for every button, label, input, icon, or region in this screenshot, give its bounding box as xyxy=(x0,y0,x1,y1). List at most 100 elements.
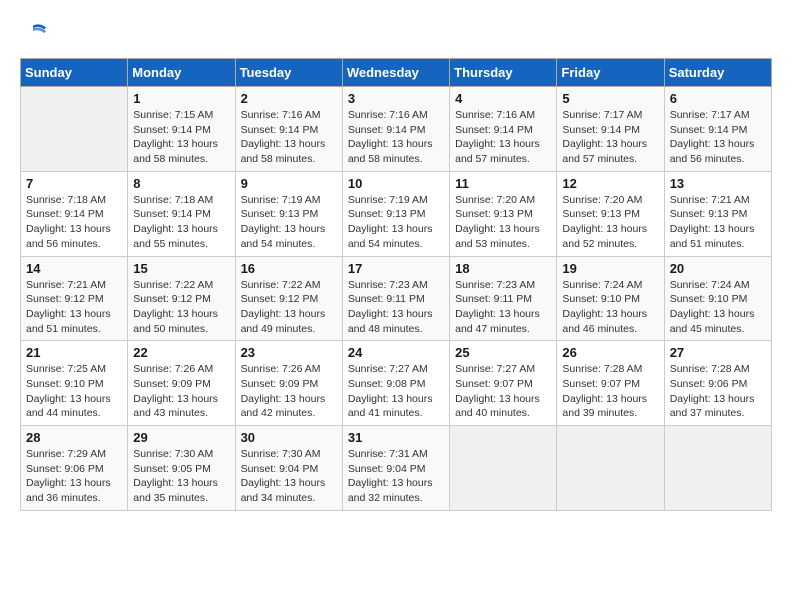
cell-info: Sunrise: 7:31 AMSunset: 9:04 PMDaylight:… xyxy=(348,447,444,506)
calendar-cell: 18 Sunrise: 7:23 AMSunset: 9:11 PMDayligh… xyxy=(450,256,557,341)
cell-info: Sunrise: 7:28 AMSunset: 9:06 PMDaylight:… xyxy=(670,362,766,421)
calendar-cell: 27Sunrise: 7:28 AMSunset: 9:06 PMDayligh… xyxy=(664,341,771,426)
cell-info: Sunrise: 7:24 AMSunset: 9:10 PMDaylight:… xyxy=(562,278,658,337)
day-number: 7 xyxy=(26,176,122,191)
calendar-cell xyxy=(557,426,664,511)
day-number: 21 xyxy=(26,345,122,360)
calendar-cell xyxy=(21,87,128,172)
day-number: 14 xyxy=(26,261,122,276)
day-number: 1 xyxy=(133,91,229,106)
cell-info: Sunrise: 7:22 AMSunset: 9:12 PMDaylight:… xyxy=(133,278,229,337)
day-number: 8 xyxy=(133,176,229,191)
day-number: 10 xyxy=(348,176,444,191)
calendar-cell: 25 Sunrise: 7:27 AMSunset: 9:07 PMDayligh… xyxy=(450,341,557,426)
calendar-cell: 19 Sunrise: 7:24 AMSunset: 9:10 PMDayligh… xyxy=(557,256,664,341)
cell-info: Sunrise: 7:23 AMSunset: 9:11 PMDaylight:… xyxy=(348,278,444,337)
cell-info: Sunrise: 7:21 AMSunset: 9:12 PMDaylight:… xyxy=(26,278,122,337)
day-number: 17 xyxy=(348,261,444,276)
day-number: 23 xyxy=(241,345,337,360)
day-number: 31 xyxy=(348,430,444,445)
week-row-3: 14 Sunrise: 7:21 AMSunset: 9:12 PMDayligh… xyxy=(21,256,772,341)
cell-info: Sunrise: 7:30 AMSunset: 9:04 PMDaylight:… xyxy=(241,447,337,506)
day-number: 2 xyxy=(241,91,337,106)
day-number: 5 xyxy=(562,91,658,106)
day-number: 25 xyxy=(455,345,551,360)
cell-info: Sunrise: 7:22 AMSunset: 9:12 PMDaylight:… xyxy=(241,278,337,337)
cell-info: Sunrise: 7:25 AMSunset: 9:10 PMDaylight:… xyxy=(26,362,122,421)
calendar-cell: 4Sunrise: 7:16 AMSunset: 9:14 PMDaylight… xyxy=(450,87,557,172)
day-number: 4 xyxy=(455,91,551,106)
calendar-cell: 16 Sunrise: 7:22 AMSunset: 9:12 PMDayligh… xyxy=(235,256,342,341)
cell-info: Sunrise: 7:29 AMSunset: 9:06 PMDaylight:… xyxy=(26,447,122,506)
day-number: 22 xyxy=(133,345,229,360)
calendar-header: SundayMondayTuesdayWednesdayThursdayFrid… xyxy=(21,59,772,87)
week-row-1: 1 Sunrise: 7:15 AMSunset: 9:14 PMDaylight… xyxy=(21,87,772,172)
day-number: 19 xyxy=(562,261,658,276)
week-row-2: 7 Sunrise: 7:18 AMSunset: 9:14 PMDaylight… xyxy=(21,171,772,256)
cell-info: Sunrise: 7:20 AMSunset: 9:13 PMDaylight:… xyxy=(455,193,551,252)
week-row-5: 28 Sunrise: 7:29 AMSunset: 9:06 PMDayligh… xyxy=(21,426,772,511)
day-number: 6 xyxy=(670,91,766,106)
header-cell-monday: Monday xyxy=(128,59,235,87)
day-number: 20 xyxy=(670,261,766,276)
header-cell-tuesday: Tuesday xyxy=(235,59,342,87)
cell-info: Sunrise: 7:18 AMSunset: 9:14 PMDaylight:… xyxy=(133,193,229,252)
calendar-cell: 23 Sunrise: 7:26 AMSunset: 9:09 PMDayligh… xyxy=(235,341,342,426)
calendar-cell: 31 Sunrise: 7:31 AMSunset: 9:04 PMDayligh… xyxy=(342,426,449,511)
cell-info: Sunrise: 7:26 AMSunset: 9:09 PMDaylight:… xyxy=(241,362,337,421)
day-number: 9 xyxy=(241,176,337,191)
logo xyxy=(20,20,52,48)
cell-info: Sunrise: 7:17 AMSunset: 9:14 PMDaylight:… xyxy=(562,108,658,167)
cell-info: Sunrise: 7:17 AMSunset: 9:14 PMDaylight:… xyxy=(670,108,766,167)
cell-info: Sunrise: 7:20 AMSunset: 9:13 PMDaylight:… xyxy=(562,193,658,252)
cell-info: Sunrise: 7:15 AMSunset: 9:14 PMDaylight:… xyxy=(133,108,229,167)
cell-info: Sunrise: 7:19 AMSunset: 9:13 PMDaylight:… xyxy=(348,193,444,252)
calendar-cell: 28 Sunrise: 7:29 AMSunset: 9:06 PMDayligh… xyxy=(21,426,128,511)
day-number: 29 xyxy=(133,430,229,445)
calendar-cell: 10 Sunrise: 7:19 AMSunset: 9:13 PMDayligh… xyxy=(342,171,449,256)
calendar-cell: 24 Sunrise: 7:27 AMSunset: 9:08 PMDayligh… xyxy=(342,341,449,426)
calendar-cell: 21 Sunrise: 7:25 AMSunset: 9:10 PMDayligh… xyxy=(21,341,128,426)
header xyxy=(20,20,772,48)
week-row-4: 21 Sunrise: 7:25 AMSunset: 9:10 PMDayligh… xyxy=(21,341,772,426)
cell-info: Sunrise: 7:19 AMSunset: 9:13 PMDaylight:… xyxy=(241,193,337,252)
header-cell-thursday: Thursday xyxy=(450,59,557,87)
calendar-cell: 14 Sunrise: 7:21 AMSunset: 9:12 PMDayligh… xyxy=(21,256,128,341)
cell-info: Sunrise: 7:26 AMSunset: 9:09 PMDaylight:… xyxy=(133,362,229,421)
calendar-cell xyxy=(664,426,771,511)
day-number: 13 xyxy=(670,176,766,191)
calendar-table: SundayMondayTuesdayWednesdayThursdayFrid… xyxy=(20,58,772,511)
calendar-cell: 26Sunrise: 7:28 AMSunset: 9:07 PMDayligh… xyxy=(557,341,664,426)
calendar-cell: 1 Sunrise: 7:15 AMSunset: 9:14 PMDaylight… xyxy=(128,87,235,172)
cell-info: Sunrise: 7:23 AMSunset: 9:11 PMDaylight:… xyxy=(455,278,551,337)
logo-icon xyxy=(20,20,48,48)
cell-info: Sunrise: 7:27 AMSunset: 9:08 PMDaylight:… xyxy=(348,362,444,421)
cell-info: Sunrise: 7:21 AMSunset: 9:13 PMDaylight:… xyxy=(670,193,766,252)
header-cell-wednesday: Wednesday xyxy=(342,59,449,87)
calendar-cell: 2 Sunrise: 7:16 AMSunset: 9:14 PMDaylight… xyxy=(235,87,342,172)
calendar-cell xyxy=(450,426,557,511)
header-cell-sunday: Sunday xyxy=(21,59,128,87)
calendar-body: 1 Sunrise: 7:15 AMSunset: 9:14 PMDaylight… xyxy=(21,87,772,511)
cell-info: Sunrise: 7:16 AMSunset: 9:14 PMDaylight:… xyxy=(241,108,337,167)
calendar-cell: 7Sunrise: 7:18 AMSunset: 9:14 PMDaylight… xyxy=(21,171,128,256)
header-cell-saturday: Saturday xyxy=(664,59,771,87)
calendar-cell: 5 Sunrise: 7:17 AMSunset: 9:14 PMDaylight… xyxy=(557,87,664,172)
calendar-cell: 13 Sunrise: 7:21 AMSunset: 9:13 PMDayligh… xyxy=(664,171,771,256)
cell-info: Sunrise: 7:16 AMSunset: 9:14 PMDaylight:… xyxy=(348,108,444,167)
calendar-cell: 17 Sunrise: 7:23 AMSunset: 9:11 PMDayligh… xyxy=(342,256,449,341)
day-number: 16 xyxy=(241,261,337,276)
header-row: SundayMondayTuesdayWednesdayThursdayFrid… xyxy=(21,59,772,87)
day-number: 12 xyxy=(562,176,658,191)
calendar-cell: 15 Sunrise: 7:22 AMSunset: 9:12 PMDayligh… xyxy=(128,256,235,341)
day-number: 28 xyxy=(26,430,122,445)
day-number: 24 xyxy=(348,345,444,360)
day-number: 3 xyxy=(348,91,444,106)
calendar-cell: 8 Sunrise: 7:18 AMSunset: 9:14 PMDaylight… xyxy=(128,171,235,256)
calendar-cell: 20Sunrise: 7:24 AMSunset: 9:10 PMDayligh… xyxy=(664,256,771,341)
cell-info: Sunrise: 7:27 AMSunset: 9:07 PMDaylight:… xyxy=(455,362,551,421)
day-number: 15 xyxy=(133,261,229,276)
day-number: 18 xyxy=(455,261,551,276)
calendar-cell: 22 Sunrise: 7:26 AMSunset: 9:09 PMDayligh… xyxy=(128,341,235,426)
calendar-cell: 12 Sunrise: 7:20 AMSunset: 9:13 PMDayligh… xyxy=(557,171,664,256)
